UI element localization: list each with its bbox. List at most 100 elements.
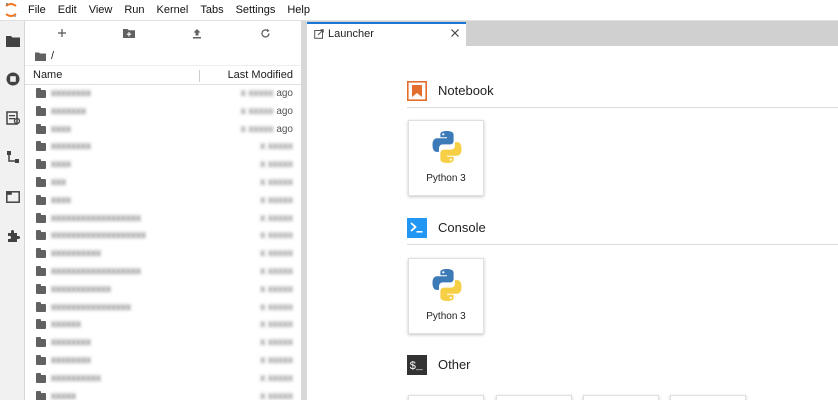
folder-icon[interactable] — [0, 28, 25, 54]
section-title-console: Console — [438, 220, 486, 235]
file-row[interactable]: xxx x xxxxx — [25, 174, 301, 192]
folder-icon — [36, 88, 46, 98]
folder-icon — [36, 248, 46, 259]
folder-icon — [36, 123, 46, 134]
folder-icon — [36, 372, 46, 383]
file-name: xxxxxx — [51, 319, 81, 331]
file-name: xxxxxxxxxx — [51, 248, 101, 260]
menu-help[interactable]: Help — [281, 0, 316, 21]
file-modified: x xxxxx — [260, 319, 293, 331]
file-row[interactable]: xxxxxx x xxxxx — [25, 316, 301, 334]
tab-launcher[interactable]: Launcher — [307, 22, 466, 46]
menu-file[interactable]: File — [22, 0, 52, 21]
extension-icon[interactable] — [0, 223, 25, 249]
menu-settings[interactable]: Settings — [230, 0, 282, 21]
card-label: Python 3 — [426, 311, 466, 322]
new-folder-button[interactable] — [118, 24, 140, 42]
refresh-icon — [260, 28, 270, 38]
file-row[interactable]: xxxxx x xxxxx — [25, 388, 301, 400]
launcher-icon — [314, 29, 324, 39]
file-name: xxxxxxxx — [51, 141, 91, 153]
file-modified: x xxxxx — [260, 176, 293, 188]
tab-label: Launcher — [328, 28, 374, 40]
file-modified: x xxxxx — [260, 212, 293, 224]
file-row[interactable]: xxxxxxxxxxxxxxxxxx x xxxxx — [25, 263, 301, 281]
notebook-icon — [407, 81, 427, 101]
launcher-card-other[interactable] — [496, 395, 572, 400]
column-header-last-modified[interactable]: Last Modified — [228, 69, 293, 81]
file-modified: x xxxxx — [260, 141, 293, 153]
file-name: xxxxxxxxxxxxxxxxxxx — [51, 230, 146, 242]
column-header-name[interactable]: Name — [33, 69, 62, 81]
file-list-header: Name Last Modified — [25, 65, 301, 85]
close-icon[interactable] — [450, 28, 460, 38]
file-row[interactable]: xxxx x xxxxx — [25, 192, 301, 210]
file-name: xxxx — [51, 194, 71, 206]
jupyter-logo-icon — [0, 0, 22, 21]
file-name: xxxxxxxxxxxx — [51, 283, 111, 295]
python-logo-icon — [432, 269, 462, 301]
launcher-card-other[interactable] — [670, 395, 746, 400]
launcher-card-notebook-python3[interactable]: Python 3 — [408, 120, 484, 196]
breadcrumb-path[interactable]: / — [51, 50, 54, 62]
folder-icon — [36, 301, 46, 312]
new-folder-icon — [123, 29, 135, 38]
menu-run[interactable]: Run — [118, 0, 150, 21]
folder-icon — [36, 230, 46, 241]
file-row[interactable]: xxxxxxxxxx x xxxxx — [25, 245, 301, 263]
folder-icon — [36, 141, 46, 152]
file-row[interactable]: xxxxxxxxxxxxxxxxxx x xxxxx — [25, 210, 301, 228]
file-row[interactable]: xxxx x xxxxx ago — [25, 121, 301, 139]
file-row[interactable]: xxxxxxxx x xxxxx — [25, 334, 301, 352]
launcher-section-notebook: Notebook — [407, 80, 494, 102]
commands-icon[interactable] — [0, 105, 25, 131]
file-row[interactable]: xxxxxxxxxxxxxxxx x xxxxx — [25, 299, 301, 317]
refresh-button[interactable] — [254, 24, 276, 42]
folder-icon — [36, 105, 46, 116]
property-inspector-icon[interactable] — [0, 144, 25, 170]
section-divider — [407, 244, 838, 245]
file-modified: x xxxxx ago — [240, 88, 293, 99]
section-divider — [407, 107, 838, 108]
tab-bar: Launcher — [307, 21, 838, 46]
menu-edit[interactable]: Edit — [52, 0, 83, 21]
file-browser-toolbar — [25, 21, 301, 45]
file-name: xxxxxxx — [51, 105, 86, 117]
launcher-card-console-python3[interactable]: Python 3 — [408, 258, 484, 334]
section-title-notebook: Notebook — [438, 83, 494, 98]
launcher-card-other[interactable] — [583, 395, 659, 400]
column-resize-handle[interactable] — [199, 70, 200, 82]
upload-button[interactable] — [186, 24, 208, 42]
file-row[interactable]: xxxx x xxxxx — [25, 156, 301, 174]
tabs-icon[interactable] — [0, 184, 25, 210]
running-icon[interactable] — [0, 66, 25, 92]
file-row[interactable]: xxxxxxxx x xxxxx — [25, 138, 301, 156]
file-row[interactable]: xxxxxxxxxxxx x xxxxx — [25, 281, 301, 299]
folder-icon — [36, 212, 46, 223]
menu-tabs[interactable]: Tabs — [194, 0, 229, 21]
folder-icon — [36, 354, 46, 365]
left-activity-bar — [0, 21, 25, 400]
menu-bar: File Edit View Run Kernel Tabs Settings … — [0, 0, 838, 21]
file-row[interactable]: xxxxxxxx x xxxxx — [25, 352, 301, 370]
card-label: Python 3 — [426, 173, 466, 184]
file-row[interactable]: xxxxxxxxxx x xxxxx — [25, 370, 301, 388]
file-list: xxxxxxxx x xxxxx ago xxxxxxx x xxxxx ago xxx… — [25, 85, 301, 400]
folder-icon — [36, 283, 46, 294]
launcher-card-other[interactable] — [408, 395, 484, 400]
file-modified: x xxxxx — [260, 301, 293, 313]
file-row[interactable]: xxxxxxxxxxxxxxxxxxx x xxxxx — [25, 227, 301, 245]
menu-kernel[interactable]: Kernel — [151, 0, 195, 21]
file-name: xxxxxxxxxx — [51, 372, 101, 384]
menu-view[interactable]: View — [83, 0, 119, 21]
home-folder-icon[interactable] — [35, 52, 46, 61]
folder-icon — [36, 265, 46, 276]
console-icon — [407, 218, 427, 238]
new-launcher-button[interactable] — [51, 24, 73, 42]
upload-icon — [193, 28, 201, 38]
file-row[interactable]: xxxxxxx x xxxxx ago — [25, 103, 301, 121]
plus-icon — [58, 29, 66, 37]
file-row[interactable]: xxxxxxxx x xxxxx ago — [25, 85, 301, 103]
file-modified: x xxxxx — [260, 248, 293, 260]
file-name: xxx — [51, 176, 66, 188]
